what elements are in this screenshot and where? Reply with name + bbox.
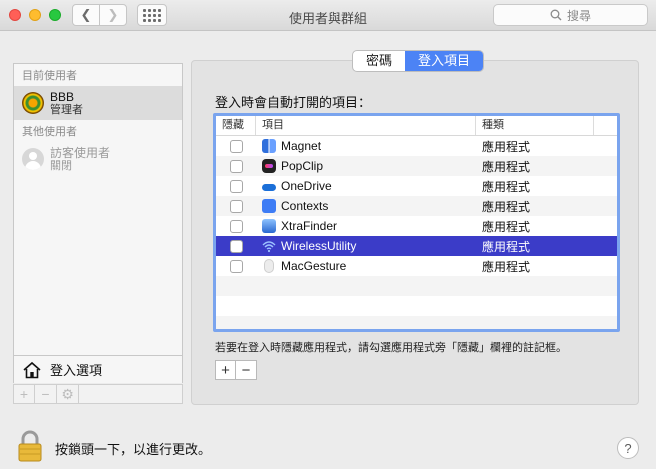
remove-login-item-button[interactable]: − <box>236 360 257 380</box>
user-avatar <box>22 92 44 114</box>
sidebar-toolbar: + − ⚙ <box>13 384 183 406</box>
table-row[interactable]: OneDrive 應用程式 <box>216 176 617 196</box>
empty-row <box>216 276 617 296</box>
item-name: MacGesture <box>281 259 347 273</box>
login-items-controls: + − <box>215 360 257 380</box>
empty-row <box>216 296 617 316</box>
table-row-selected[interactable]: WirelessUtility 應用程式 <box>216 236 617 256</box>
hide-checkbox[interactable] <box>229 219 243 233</box>
column-item-header[interactable]: 項目 <box>256 116 476 135</box>
macgesture-icon <box>264 259 274 273</box>
lock-instruction-text: 按鎖頭一下，以進行更改。 <box>55 442 212 457</box>
onedrive-icon <box>262 179 276 193</box>
user-row-bbb[interactable]: BBB 管理者 <box>14 86 182 120</box>
current-users-header: 目前使用者 <box>22 70 77 82</box>
wifi-icon <box>262 241 276 253</box>
user-role: 管理者 <box>50 103 83 116</box>
item-kind: 應用程式 <box>482 199 531 214</box>
item-kind: 應用程式 <box>482 159 531 174</box>
user-name: BBB <box>50 89 75 104</box>
item-name: WirelessUtility <box>281 239 357 253</box>
item-name: Contexts <box>281 199 329 213</box>
add-user-button[interactable]: + <box>13 384 35 404</box>
house-icon <box>23 361 41 378</box>
item-name: PopClip <box>281 159 324 173</box>
lock-icon[interactable] <box>17 430 43 462</box>
search-placeholder: 搜尋 <box>566 8 591 23</box>
tab-password[interactable]: 密碼 <box>353 51 405 71</box>
toolbar-spacer <box>79 384 183 404</box>
add-login-item-button[interactable]: + <box>215 360 236 380</box>
other-users-header: 其他使用者 <box>22 126 77 138</box>
column-kind-header[interactable]: 種類 <box>476 116 594 135</box>
guest-user-status: 關閉 <box>50 159 72 172</box>
login-options-label: 登入選項 <box>50 363 103 378</box>
guest-avatar-icon <box>22 148 44 170</box>
hide-checkbox[interactable] <box>229 159 243 173</box>
empty-row <box>216 316 617 329</box>
login-items-table[interactable]: 隱藏 項目 種類 Magnet 應用程式 PopClip 應用程式 OneDri… <box>213 113 620 332</box>
remove-user-button[interactable]: − <box>35 384 57 404</box>
login-items-label: 登入時會自動打開的項目： <box>215 95 372 110</box>
table-row[interactable]: MacGesture 應用程式 <box>216 256 617 276</box>
tab-login-items[interactable]: 登入項目 <box>405 51 484 71</box>
table-header: 隱藏 項目 種類 <box>216 116 617 136</box>
popclip-icon <box>262 159 276 173</box>
item-kind: 應用程式 <box>482 139 531 154</box>
item-kind: 應用程式 <box>482 219 531 234</box>
hide-checkbox[interactable] <box>229 199 243 213</box>
table-row[interactable]: PopClip 應用程式 <box>216 156 617 176</box>
xtrafinder-icon <box>262 219 276 233</box>
table-row[interactable]: XtraFinder 應用程式 <box>216 216 617 236</box>
hide-checkbox[interactable] <box>229 139 243 153</box>
title-bar: ❮ ❯ 使用者與群組 搜尋 <box>0 0 656 31</box>
item-name: OneDrive <box>281 179 332 193</box>
item-name: Magnet <box>281 139 322 153</box>
contexts-icon <box>262 199 276 213</box>
tab-bar: 密碼 登入項目 <box>352 50 485 72</box>
item-kind: 應用程式 <box>482 179 531 194</box>
item-kind: 應用程式 <box>482 239 531 254</box>
table-row[interactable]: Contexts 應用程式 <box>216 196 617 216</box>
magnet-icon <box>262 139 276 153</box>
search-icon <box>550 9 562 21</box>
table-row[interactable]: Magnet 應用程式 <box>216 136 617 156</box>
login-options-item[interactable]: 登入選項 <box>14 355 182 383</box>
help-button[interactable]: ? <box>617 437 639 459</box>
column-hide-header[interactable]: 隱藏 <box>216 116 256 135</box>
table-body: Magnet 應用程式 PopClip 應用程式 OneDrive 應用程式 C… <box>216 136 617 329</box>
users-sidebar: 目前使用者 BBB 管理者 其他使用者 訪客使用者 關閉 登入選項 <box>13 63 183 383</box>
user-row-guest[interactable]: 訪客使用者 關閉 <box>14 142 182 176</box>
hide-checkbox[interactable] <box>229 239 243 253</box>
item-kind: 應用程式 <box>482 259 531 274</box>
gear-icon[interactable]: ⚙ <box>57 384 79 404</box>
guest-user-name: 訪客使用者 <box>50 145 111 160</box>
search-field[interactable]: 搜尋 <box>493 4 648 26</box>
hide-checkbox[interactable] <box>229 179 243 193</box>
hide-checkbox[interactable] <box>229 259 243 273</box>
hide-hint-text: 若要在登入時隱藏應用程式，請勾選應用程式旁「隱藏」欄裡的註記框。 <box>215 342 567 354</box>
item-name: XtraFinder <box>281 219 338 233</box>
